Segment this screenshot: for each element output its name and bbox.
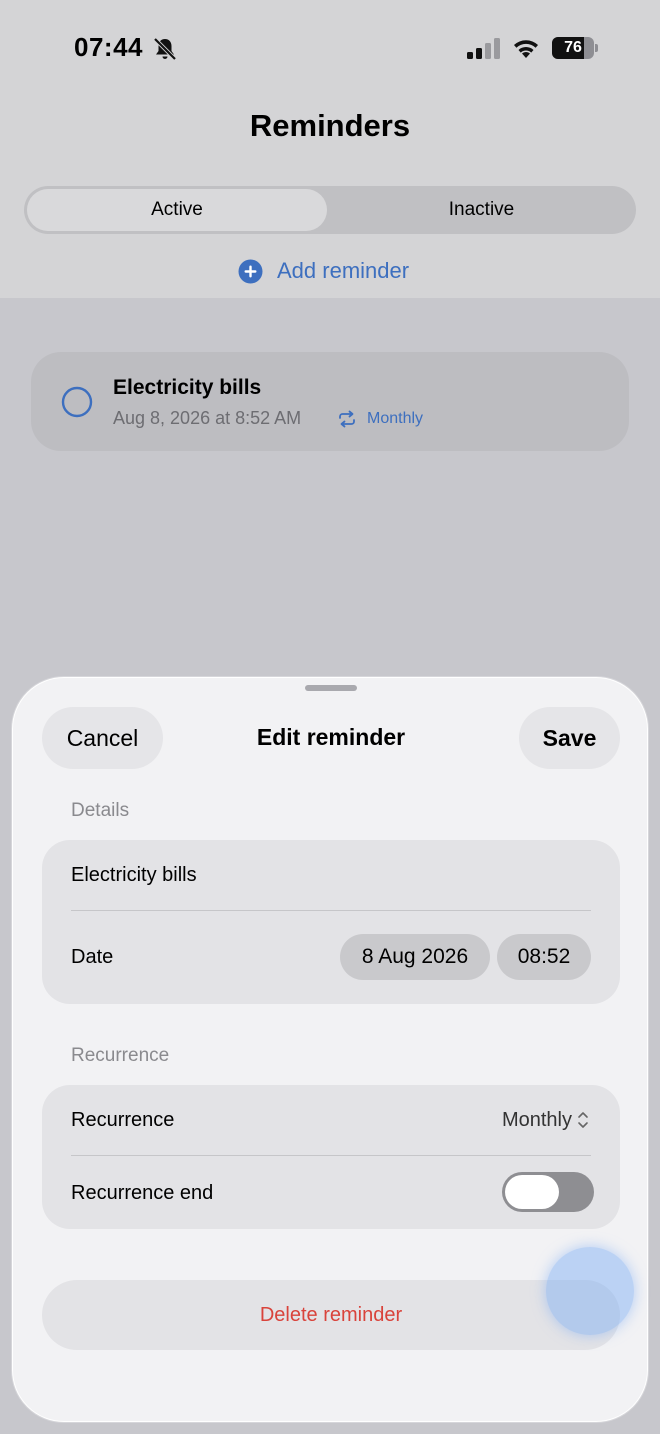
tab-active[interactable]: Active (27, 189, 327, 231)
edit-reminder-sheet: Cancel Edit reminder Save Details Electr… (12, 677, 648, 1422)
wifi-icon (514, 40, 538, 58)
recurrence-end-toggle[interactable] (502, 1172, 594, 1212)
recurrence-end-label: Recurrence end (71, 1182, 214, 1204)
date-picker-button[interactable]: 8 Aug 2026 (340, 934, 490, 980)
reminder-recurrence: Monthly (367, 410, 424, 427)
touch-indicator (546, 1247, 634, 1335)
page-title: Reminders (249, 108, 411, 143)
cellular-signal-icon (467, 38, 500, 59)
completion-circle-icon[interactable] (61, 386, 93, 418)
reminder-date: Aug 8, 2026 at 8:52 AM (113, 408, 302, 428)
chevron-up-down-icon (578, 1112, 588, 1128)
status-time: 07:44 (74, 32, 143, 62)
sheet-grabber[interactable] (305, 685, 357, 691)
segmented-control: Active Inactive (24, 186, 636, 234)
bell-slash-icon (153, 37, 177, 61)
battery-level-text: 76 (564, 39, 582, 56)
toggle-knob (505, 1175, 559, 1209)
save-button[interactable]: Save (519, 707, 620, 769)
divider (71, 910, 591, 911)
repeat-icon (339, 410, 355, 428)
reminder-list-item[interactable]: Electricity bills Aug 8, 2026 at 8:52 AM… (31, 352, 629, 451)
recurrence-label: Recurrence (71, 1109, 175, 1131)
recurrence-select[interactable]: Monthly (502, 1109, 572, 1132)
recurrence-group: Recurrence Monthly Recurrence end (42, 1085, 620, 1229)
time-picker-button[interactable]: 08:52 (497, 934, 591, 980)
date-label: Date (71, 946, 114, 968)
battery-indicator: 76 (552, 37, 598, 59)
tab-inactive[interactable]: Inactive (330, 189, 633, 231)
status-bar: 07:44 76 (0, 0, 660, 96)
reminder-name-field[interactable]: Electricity bills (71, 864, 197, 887)
divider (71, 1155, 591, 1156)
add-reminder-label: Add reminder (277, 258, 410, 283)
details-group: Electricity bills Date 8 Aug 2026 08:52 (42, 840, 620, 1004)
add-reminder-button[interactable]: Add reminder (238, 256, 409, 286)
header-area: 07:44 76 Reminders Active Inactive Add r… (0, 0, 660, 298)
delete-reminder-button[interactable]: Delete reminder (42, 1280, 620, 1350)
details-section-label: Details (71, 800, 130, 821)
reminder-title: Electricity bills (113, 376, 262, 399)
plus-circle-icon (238, 259, 263, 283)
recurrence-section-label: Recurrence (71, 1045, 170, 1066)
